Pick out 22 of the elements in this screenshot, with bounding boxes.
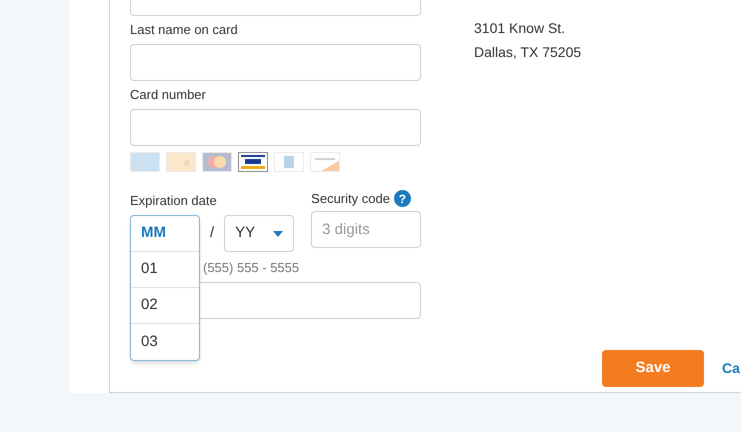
help-icon[interactable]: ? <box>394 190 411 207</box>
text-field[interactable] <box>130 44 421 81</box>
phone-format-hint: (555) 555 - 5555 <box>203 260 300 276</box>
month-dropdown[interactable]: MM 01 02 03 <box>130 215 200 361</box>
field-label: Security code <box>311 190 390 206</box>
security-code-field[interactable]: 3 digits <box>311 211 422 248</box>
address-line: Dallas, TX 75205 <box>474 43 582 61</box>
field-label: Card number <box>130 87 207 103</box>
year-select[interactable]: YY <box>224 215 294 252</box>
date-separator: / <box>210 223 214 244</box>
address-line: 3101 Know St. <box>474 19 566 37</box>
field-label: Last name on card <box>130 22 239 38</box>
month-select-value[interactable]: MM <box>131 216 199 252</box>
text-field[interactable] <box>130 0 421 16</box>
caret-down-icon <box>273 230 284 236</box>
dropdown-option[interactable]: 02 <box>131 288 199 324</box>
cancel-link[interactable]: Ca <box>722 358 740 379</box>
field-label: Expiration date <box>130 193 218 209</box>
dropdown-option[interactable]: 01 <box>131 252 199 288</box>
dropdown-option[interactable]: 03 <box>131 324 199 360</box>
credit-card-icon[interactable] <box>238 152 268 172</box>
text-field[interactable] <box>130 109 421 146</box>
